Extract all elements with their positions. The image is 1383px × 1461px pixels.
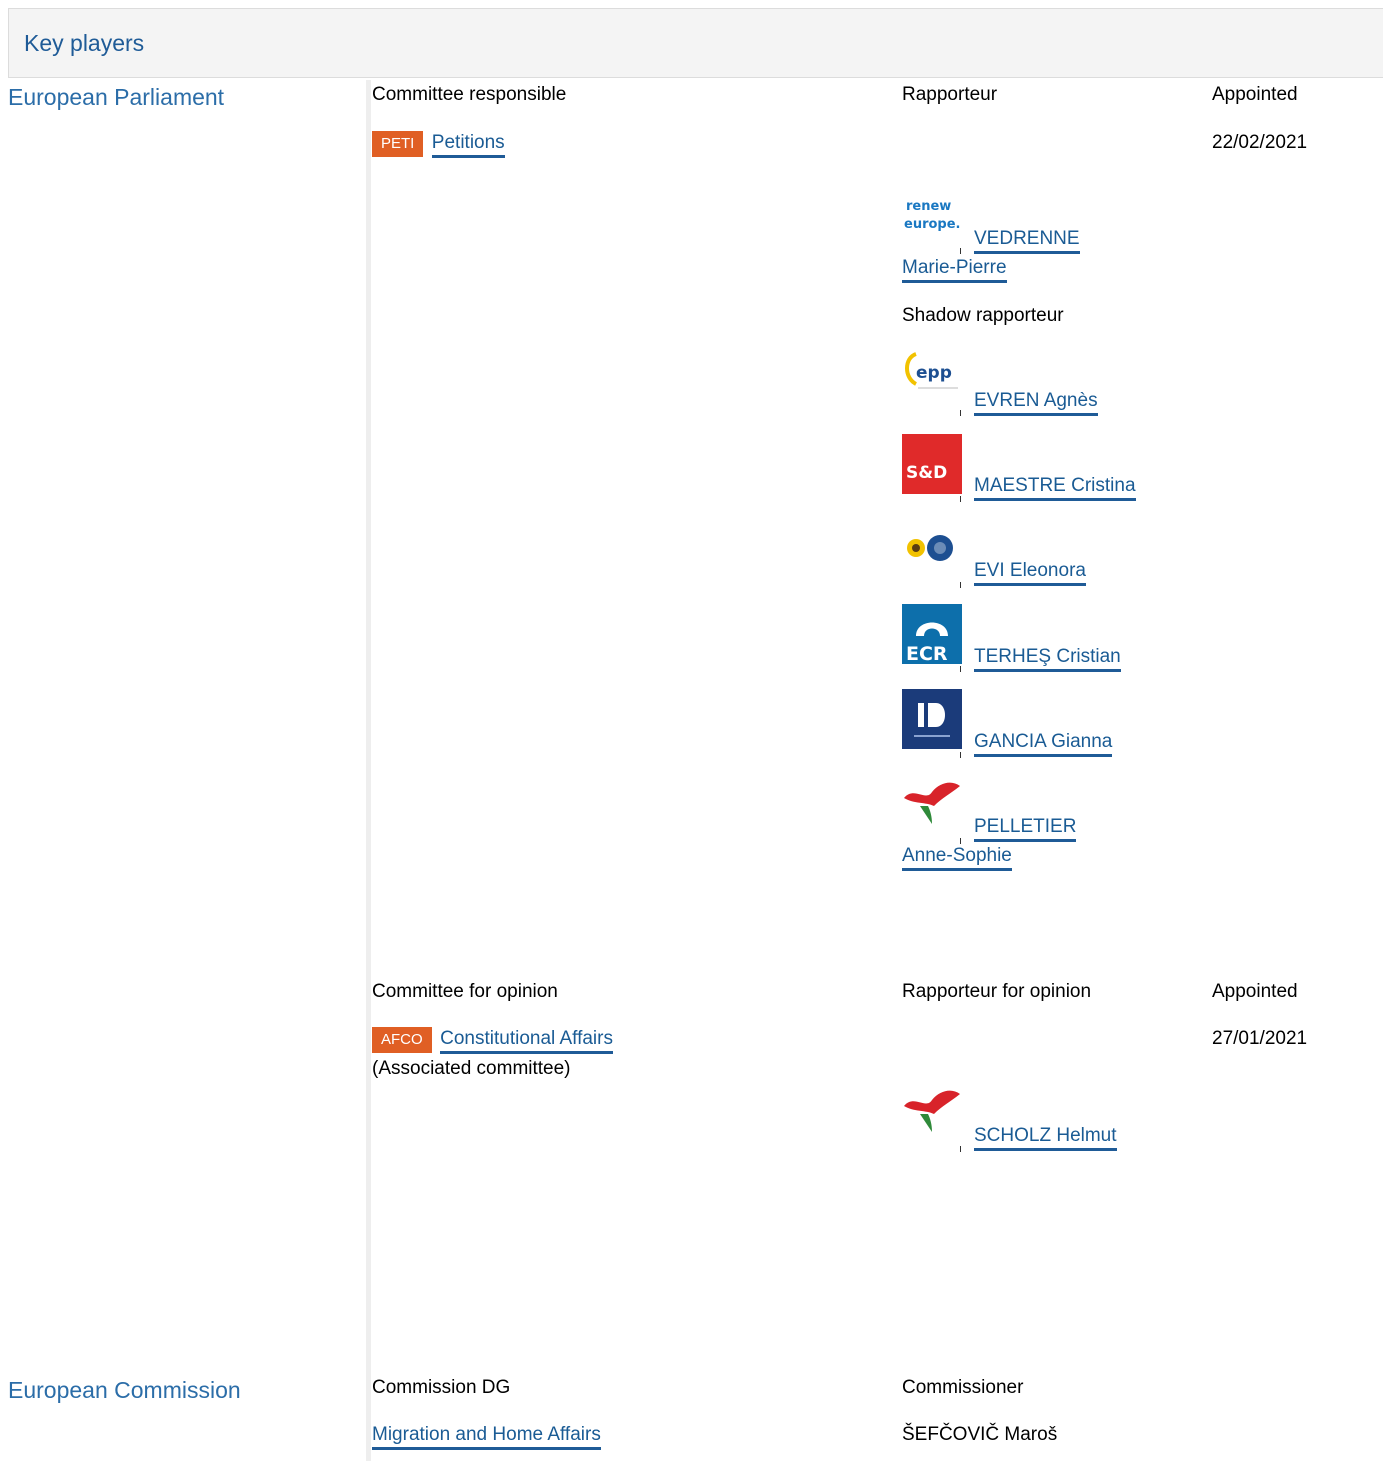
commissioner-name: ŠEFČOVIČ Maroš	[902, 1424, 1058, 1445]
committee-opinion-row: AFCO Constitutional Affairs	[372, 1027, 613, 1054]
id-logo-icon	[902, 689, 962, 749]
svg-text:epp: epp	[916, 363, 952, 383]
svg-text:renew: renew	[906, 199, 951, 214]
shadow-link-evi[interactable]: EVI Eleonora	[974, 560, 1086, 586]
opinion-rapporteur-link-scholz[interactable]: SCHOLZ Helmut	[974, 1125, 1117, 1151]
appointed-date: 22/02/2021	[1212, 132, 1308, 153]
left-logo-icon	[902, 1084, 962, 1144]
committee-link-petitions[interactable]: Petitions	[431, 132, 505, 158]
ecr-logo-icon: ECR	[902, 604, 962, 664]
rapporteur-opinion-heading: Rapporteur for opinion	[902, 981, 1092, 1002]
institution-european-parliament: European Parliament	[8, 84, 225, 110]
epp-logo-icon: epp	[902, 348, 962, 408]
svg-text:S&D: S&D	[906, 463, 947, 483]
associated-committee-note: (Associated committee)	[372, 1058, 571, 1079]
appointed-heading-opinion: Appointed	[1212, 981, 1298, 1002]
shadow-link-gancia[interactable]: GANCIA Gianna	[974, 731, 1113, 757]
shadow-link-terhes[interactable]: TERHEŞ Cristian	[974, 646, 1121, 672]
institution-european-commission: European Commission	[8, 1377, 241, 1403]
key-players-header	[8, 8, 1383, 78]
left-logo-icon	[902, 776, 962, 836]
rapporteur-link-vedrenne[interactable]: VEDRENNE	[974, 228, 1080, 254]
committee-badge-peti: PETI	[372, 131, 424, 157]
shadow-rapporteur-heading: Shadow rapporteur	[902, 305, 1064, 326]
appointed-heading: Appointed	[1212, 84, 1298, 105]
s-and-d-logo-icon: S&D	[902, 434, 962, 494]
column-divider	[366, 80, 371, 1461]
rapporteur-heading: Rapporteur	[902, 84, 998, 105]
committee-responsible-heading: Committee responsible	[372, 84, 567, 105]
shadow-link-pelletier[interactable]: PELLETIER	[974, 816, 1077, 842]
svg-text:ECR: ECR	[906, 643, 948, 664]
dg-link-migration-home-affairs[interactable]: Migration and Home Affairs	[372, 1424, 601, 1450]
commissioner-heading: Commissioner	[902, 1377, 1024, 1398]
shadow-link-pelletier-line2[interactable]: Anne-Sophie	[902, 845, 1012, 871]
commission-dg-heading: Commission DG	[372, 1377, 511, 1398]
committee-badge-afco: AFCO	[372, 1027, 432, 1053]
section-title: Key players	[24, 30, 145, 56]
committee-link-constitutional-affairs[interactable]: Constitutional Affairs	[440, 1028, 613, 1054]
shadow-link-maestre[interactable]: MAESTRE Cristina	[974, 475, 1136, 501]
shadow-link-evren[interactable]: EVREN Agnès	[974, 390, 1098, 416]
greens-efa-logo-icon	[902, 520, 962, 580]
svg-text:europe.: europe.	[904, 217, 960, 232]
rapporteur-link-vedrenne-line2[interactable]: Marie-Pierre	[902, 257, 1007, 283]
committee-responsible-row: PETI Petitions	[372, 131, 505, 158]
appointed-date-opinion: 27/01/2021	[1212, 1028, 1308, 1049]
renew-europe-logo-icon: renew europe.	[902, 186, 962, 246]
committee-opinion-heading: Committee for opinion	[372, 981, 558, 1002]
